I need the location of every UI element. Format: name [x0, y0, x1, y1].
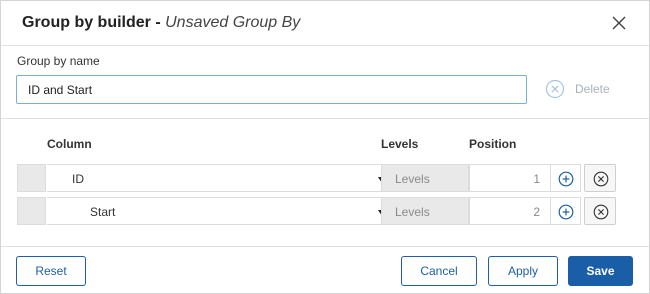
- drag-handle[interactable]: [17, 197, 46, 225]
- cancel-button[interactable]: Cancel: [401, 256, 477, 286]
- column-select[interactable]: ID: [47, 164, 396, 192]
- remove-row-button[interactable]: [584, 164, 616, 192]
- save-button[interactable]: Save: [568, 256, 633, 286]
- delete-label: Delete: [575, 82, 610, 96]
- delete-icon: [545, 79, 565, 99]
- dialog-title-main: Group by builder: [22, 14, 151, 31]
- position-field[interactable]: 2: [469, 197, 551, 225]
- column-header: Column: [47, 137, 92, 151]
- dialog-title: Group by builder - Unsaved Group By: [22, 14, 300, 32]
- close-icon: [612, 16, 626, 30]
- levels-field: Levels: [381, 164, 469, 192]
- remove-row-button[interactable]: [584, 197, 616, 225]
- position-header: Position: [469, 137, 517, 151]
- column-select[interactable]: Start: [47, 197, 396, 225]
- drag-handle[interactable]: [17, 164, 46, 192]
- group-by-name-label: Group by name: [17, 54, 100, 68]
- column-select-value: ID: [72, 172, 84, 186]
- dialog-title-separator: -: [150, 14, 166, 31]
- group-by-builder-dialog: Group by builder - Unsaved Group By Grou…: [0, 0, 650, 294]
- footer-divider: [1, 246, 649, 247]
- column-select-value: Start: [90, 205, 116, 219]
- delete-button[interactable]: Delete: [545, 79, 610, 99]
- close-button[interactable]: [608, 12, 630, 34]
- add-row-button[interactable]: [551, 197, 581, 225]
- levels-field: Levels: [381, 197, 469, 225]
- remove-icon: [593, 204, 609, 220]
- levels-header: Levels: [381, 137, 419, 151]
- section-divider: [1, 118, 649, 119]
- position-field[interactable]: 1: [469, 164, 551, 192]
- reset-button[interactable]: Reset: [16, 256, 86, 286]
- remove-icon: [593, 171, 609, 187]
- plus-circle-icon: [558, 171, 574, 187]
- apply-button[interactable]: Apply: [488, 256, 558, 286]
- group-by-name-input[interactable]: [16, 75, 527, 104]
- dialog-header: Group by builder - Unsaved Group By: [1, 1, 649, 46]
- add-row-button[interactable]: [551, 164, 581, 192]
- plus-circle-icon: [558, 204, 574, 220]
- dialog-subtitle: Unsaved Group By: [165, 14, 301, 31]
